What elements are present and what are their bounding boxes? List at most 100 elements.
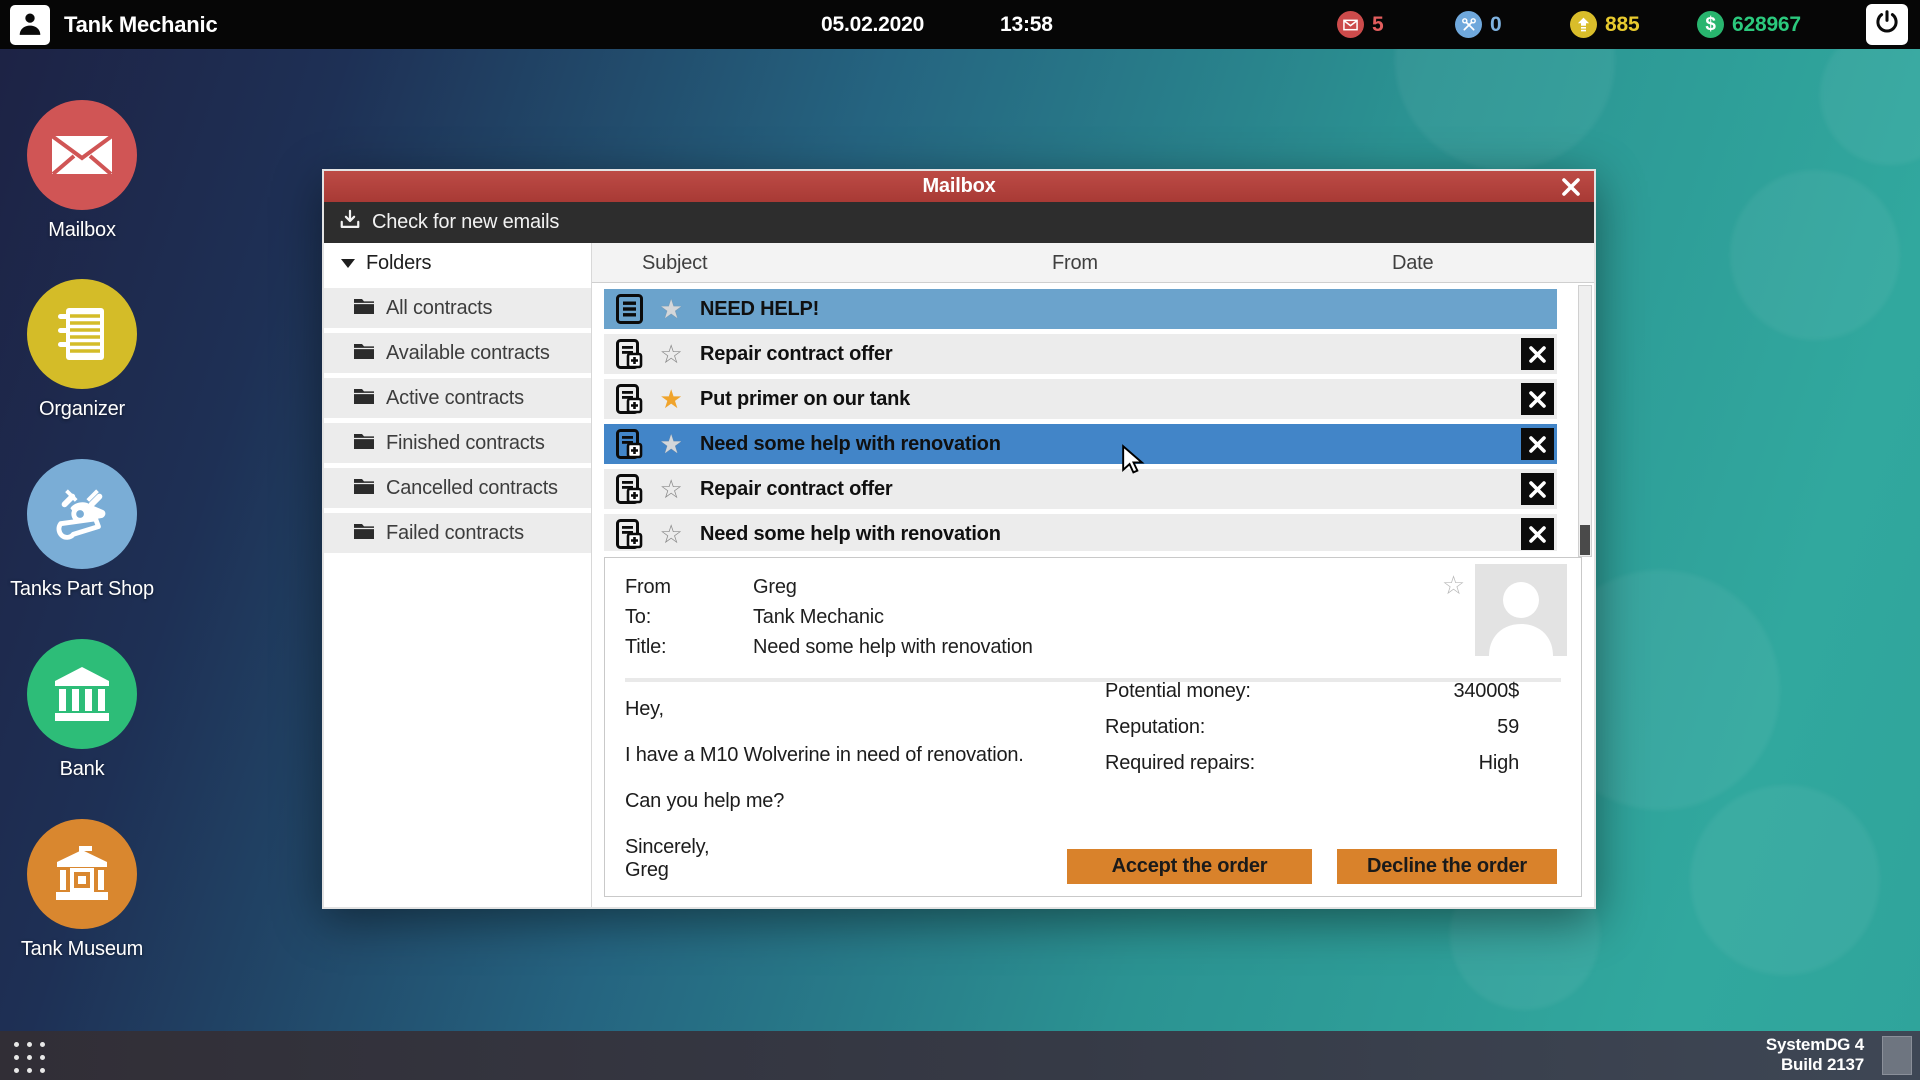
bokeh-circle [1690,785,1880,975]
reputation-label: Reputation: [1105,716,1206,738]
column-date: Date [1392,252,1434,274]
game-time: 13:58 [1000,13,1053,36]
notebook-icon [27,279,137,389]
person-icon [17,10,43,41]
contract-add-icon [614,429,644,460]
decline-order-button[interactable]: Decline the order [1337,849,1557,884]
potential-money-value: 34000$ [1453,680,1519,702]
contract-add-icon [614,519,644,550]
power-button[interactable] [1866,4,1908,45]
system-version: SystemDG 4 Build 2137 [1765,1035,1864,1074]
desktop-icon-tank-museum[interactable]: Tank Museum [0,819,164,961]
delete-mail-icon[interactable] [1521,383,1554,416]
dollar-icon: $ [1697,11,1724,38]
level-up-icon [1570,11,1597,38]
check-mail-button[interactable]: Check for new emails [372,211,559,234]
power-icon [1874,9,1900,40]
folder-icon [354,342,374,365]
mail-row[interactable]: Repair contract offer [604,469,1557,510]
required-repairs-value: High [1478,752,1520,774]
app-title: Tank Mechanic [64,12,218,37]
title-label: Title: [625,635,667,658]
window-title: Mailbox [922,175,996,197]
desktop-icon-bank[interactable]: Bank [0,639,164,781]
desktop-icon-tanks-part-shop[interactable]: Tanks Part Shop [0,459,164,601]
player-profile-button[interactable] [10,5,50,45]
mail-reading-pane: From Greg To: Tank Mechanic Title: Need som… [604,557,1582,897]
star-icon[interactable] [656,341,686,367]
messages-counter[interactable]: 5 [1337,0,1384,49]
scrollbar-thumb[interactable] [1580,525,1590,555]
folder-icon [354,387,374,410]
contract-add-icon [614,339,644,370]
folder-icon [354,432,374,455]
mail-list-and-reader: Subject From Date NEED HELP! [592,243,1594,907]
experience-counter[interactable]: 885 [1570,0,1640,49]
star-icon[interactable] [656,296,686,322]
favorite-star-icon[interactable]: ☆ [1442,570,1465,601]
show-desktop-button[interactable] [1882,1036,1912,1075]
desktop: Tank Mechanic 05.02.2020 13:58 5 0 885 $… [0,0,1920,1080]
mail-list-header: Subject From Date [592,243,1594,284]
top-status-bar: Tank Mechanic 05.02.2020 13:58 5 0 885 $… [0,0,1920,49]
star-icon[interactable] [656,431,686,457]
mail-list: NEED HELP! Repair contract offer [592,283,1594,551]
document-icon [614,294,644,325]
check-mail-icon [339,209,361,237]
delete-mail-icon[interactable] [1521,338,1554,371]
mail-row[interactable]: NEED HELP! [604,289,1557,330]
contract-add-icon [614,474,644,505]
folder-finished-contracts[interactable]: Finished contracts [324,423,591,463]
to-value: Tank Mechanic [753,605,884,628]
mail-row[interactable]: Need some help with renovation [604,514,1557,551]
folders-header[interactable]: Folders [324,243,591,283]
mailbox-window: Mailbox Check for new emails Folders All… [322,169,1596,909]
close-icon[interactable] [1558,174,1584,200]
folder-failed-contracts[interactable]: Failed contracts [324,513,591,553]
sender-avatar [1475,564,1567,656]
potential-money-label: Potential money: [1105,680,1251,702]
mail-row[interactable]: Repair contract offer [604,334,1557,375]
tools-icon [27,459,137,569]
bokeh-circle [1730,170,1900,340]
mail-row[interactable]: Put primer on our tank [604,379,1557,420]
museum-icon [27,819,137,929]
to-label: To: [625,605,652,628]
column-from: From [1052,252,1098,274]
taskbar: SystemDG 4 Build 2137 [0,1031,1920,1080]
accept-order-button[interactable]: Accept the order [1067,849,1312,884]
desktop-icon-mailbox[interactable]: Mailbox [0,100,164,242]
column-subject: Subject [642,252,708,274]
envelope-icon [27,100,137,210]
folders-panel: Folders All contracts Available contract… [324,243,592,907]
mail-body: Hey, I have a M10 Wolverine in need of r… [625,698,1024,881]
folder-icon [354,477,374,500]
app-launcher-icon[interactable] [14,1042,45,1073]
reputation-value: 59 [1497,716,1519,738]
money-counter[interactable]: $ 628967 [1697,0,1801,49]
mail-row[interactable]: Need some help with renovation [604,424,1557,465]
star-icon[interactable] [656,476,686,502]
folder-all-contracts[interactable]: All contracts [324,288,591,328]
folder-cancelled-contracts[interactable]: Cancelled contracts [324,468,591,508]
desktop-icon-organizer[interactable]: Organizer [0,279,164,421]
game-date: 05.02.2020 [821,13,925,36]
contract-details: Potential money: 34000$ Reputation: 59 Req… [1105,680,1519,788]
window-titlebar[interactable]: Mailbox [324,171,1594,202]
folder-active-contracts[interactable]: Active contracts [324,378,591,418]
from-value: Greg [753,575,797,598]
delete-mail-icon[interactable] [1521,518,1554,551]
mail-list-scrollbar[interactable] [1578,285,1592,557]
chevron-down-icon [341,258,355,268]
repairs-counter[interactable]: 0 [1455,0,1502,49]
delete-mail-icon[interactable] [1521,473,1554,506]
delete-mail-icon[interactable] [1521,428,1554,461]
folder-icon [354,522,374,545]
star-icon[interactable] [656,521,686,547]
folder-available-contracts[interactable]: Available contracts [324,333,591,373]
contract-add-icon [614,384,644,415]
required-repairs-label: Required repairs: [1105,752,1256,774]
wrench-icon [1455,11,1482,38]
star-icon[interactable] [656,386,686,412]
mail-icon [1337,11,1364,38]
